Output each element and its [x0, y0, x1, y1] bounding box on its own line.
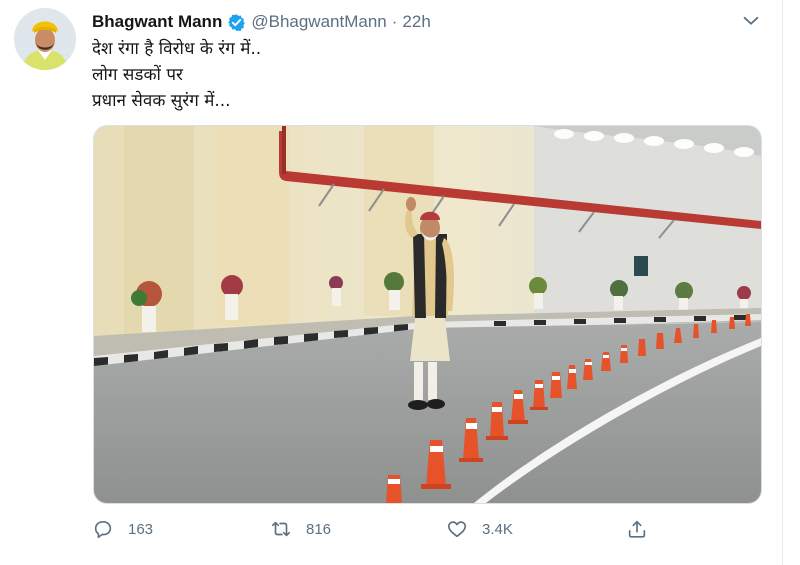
like-action[interactable]: 3.4K — [446, 513, 513, 545]
tweet-actions: 163 816 3.4K — [92, 513, 652, 545]
tweet-timestamp[interactable]: 22h — [402, 12, 430, 32]
share-icon — [628, 520, 646, 538]
tweet-card[interactable]: Bhagwant Mann @BhagwantMann · 22h देश रं… — [0, 0, 783, 565]
heart-icon — [447, 521, 467, 538]
avatar-image — [14, 8, 76, 70]
like-count: 3.4K — [482, 520, 513, 538]
reply-icon — [94, 521, 112, 539]
reply-count: 163 — [128, 520, 154, 538]
share-action[interactable] — [626, 513, 662, 545]
tweet-header: Bhagwant Mann @BhagwantMann · 22h — [92, 10, 431, 34]
author-name[interactable]: Bhagwant Mann — [92, 12, 222, 32]
tweet-media[interactable] — [93, 125, 762, 504]
tunnel-photo — [94, 126, 761, 503]
avatar[interactable] — [14, 8, 76, 70]
verified-badge-icon — [228, 13, 246, 31]
retweet-count: 816 — [306, 520, 332, 538]
retweet-action[interactable]: 816 — [270, 513, 331, 545]
reply-action[interactable]: 163 — [92, 513, 153, 545]
author-handle[interactable]: @BhagwantMann — [251, 12, 386, 32]
tweet-line: लोग सडकों पर — [92, 65, 183, 85]
tweet-line: प्रधान सेवक सुरंग में... — [92, 91, 231, 111]
header-separator: · — [391, 12, 398, 31]
tweet-text: देश रंगा है विरोध के रंग में.. लोग सडकों… — [92, 36, 261, 114]
tweet-line: देश रंगा है विरोध के रंग में.. — [92, 39, 262, 59]
chevron-down-icon[interactable] — [740, 10, 762, 32]
retweet-icon — [271, 521, 291, 537]
